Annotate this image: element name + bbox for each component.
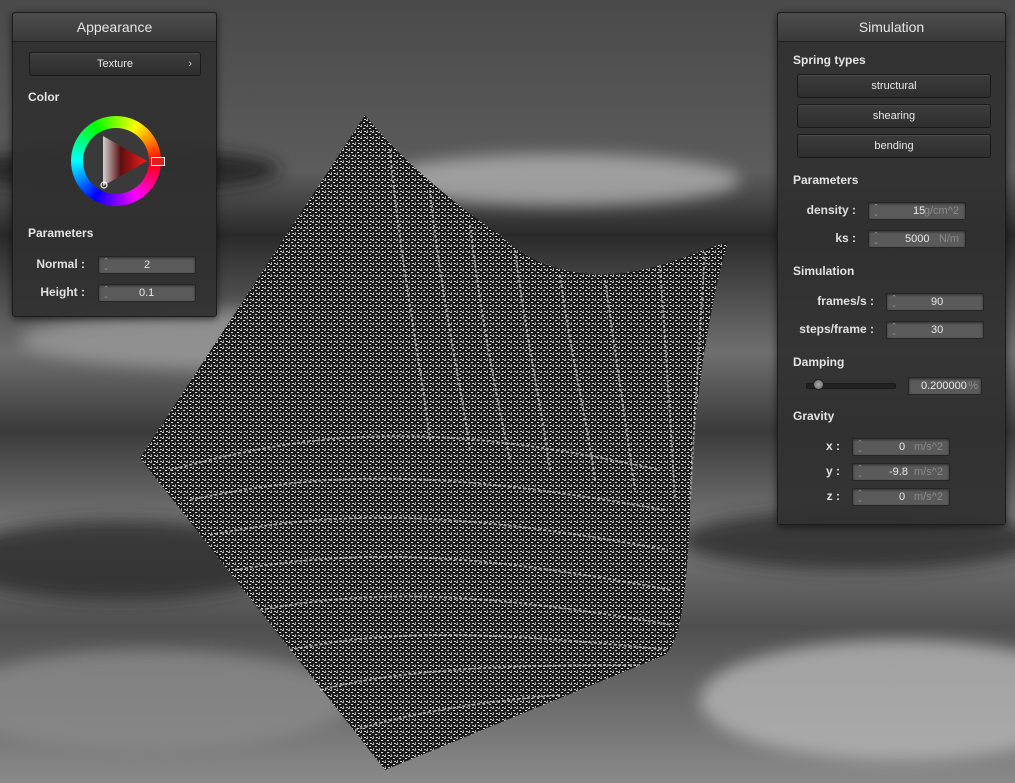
ks-spinbox[interactable]: ⌃ ⌄ 5000 N/m — [868, 230, 966, 248]
hue-handle[interactable] — [151, 157, 165, 166]
spin-arrows-icon[interactable]: ⌃ ⌄ — [102, 258, 110, 272]
spin-arrows-icon[interactable]: ⌃ ⌄ — [890, 323, 898, 337]
gravity-y-label: y : — [825, 464, 840, 478]
spin-arrows-icon[interactable]: ⌃ ⌄ — [872, 232, 880, 246]
texture-dropdown-label: Texture — [96, 58, 134, 70]
simulation-panel-title: Simulation — [778, 13, 1005, 42]
chevron-right-icon: › — [188, 58, 192, 70]
gravity-x-value: 0 — [899, 441, 906, 453]
color-section-label: Color — [28, 90, 60, 104]
damping-slider-handle[interactable] — [813, 379, 825, 390]
steps-value: 30 — [931, 324, 944, 336]
ks-label: ks : — [835, 231, 856, 245]
appearance-panel-title: Appearance — [13, 13, 216, 42]
simulation-section-label: Simulation — [793, 264, 855, 278]
height-label: Height : — [40, 285, 85, 299]
gravity-label: Gravity — [793, 409, 835, 423]
density-label: density : — [806, 203, 856, 217]
ks-value: 5000 — [905, 233, 930, 245]
texture-dropdown-button[interactable]: Texture › — [29, 52, 201, 76]
structural-button[interactable]: structural — [797, 74, 991, 98]
gravity-z-spinbox[interactable]: ⌃ ⌄ 0 m/s^2 — [852, 488, 950, 506]
ks-unit: N/m — [938, 233, 959, 245]
damping-value-box[interactable]: 0.200000 % — [908, 377, 982, 395]
simulation-panel: Simulation Spring types structural shear… — [777, 12, 1006, 525]
damping-label: Damping — [793, 355, 845, 369]
sim-parameters-label: Parameters — [793, 173, 859, 187]
spin-arrows-icon[interactable]: ⌃ ⌄ — [872, 204, 880, 218]
normal-value: 2 — [144, 259, 151, 271]
normal-spinbox[interactable]: ⌃ ⌄ 2 — [98, 256, 196, 274]
height-spinbox[interactable]: ⌃ ⌄ 0.1 — [98, 284, 196, 302]
appearance-panel: Appearance Texture › Color Parameters No… — [12, 12, 217, 317]
damping-value: 0.200000 — [921, 380, 967, 392]
gravity-x-unit: m/s^2 — [914, 441, 943, 453]
color-triangle[interactable] — [71, 116, 161, 206]
gravity-y-spinbox[interactable]: ⌃ ⌄ -9.8 m/s^2 — [852, 463, 950, 481]
fps-value: 90 — [931, 296, 944, 308]
gravity-z-label: z : — [826, 489, 840, 503]
fps-label: frames/s : — [817, 294, 874, 308]
gravity-x-spinbox[interactable]: ⌃ ⌄ 0 m/s^2 — [852, 438, 950, 456]
spring-types-label: Spring types — [793, 53, 866, 67]
shearing-button[interactable]: shearing — [797, 104, 991, 128]
height-value: 0.1 — [139, 287, 155, 299]
appearance-parameters-label: Parameters — [28, 226, 94, 240]
bending-button[interactable]: bending — [797, 134, 991, 158]
spin-arrows-icon[interactable]: ⌃ ⌄ — [102, 286, 110, 300]
normal-label: Normal : — [36, 257, 85, 271]
spin-arrows-icon[interactable]: ⌃ ⌄ — [856, 490, 864, 504]
gravity-y-value: -9.8 — [889, 466, 908, 478]
gravity-y-unit: m/s^2 — [914, 466, 943, 478]
spin-arrows-icon[interactable]: ⌃ ⌄ — [890, 295, 898, 309]
spin-arrows-icon[interactable]: ⌃ ⌄ — [856, 440, 864, 454]
gravity-z-unit: m/s^2 — [914, 491, 943, 503]
gravity-z-value: 0 — [899, 491, 906, 503]
density-spinbox[interactable]: ⌃ ⌄ 15 g/cm^2 — [868, 202, 966, 220]
gravity-x-label: x : — [825, 439, 840, 453]
density-unit: g/cm^2 — [923, 205, 959, 217]
color-wheel[interactable] — [71, 116, 165, 206]
fps-spinbox[interactable]: ⌃ ⌄ 90 — [886, 293, 984, 311]
steps-spinbox[interactable]: ⌃ ⌄ 30 — [886, 321, 984, 339]
spin-arrows-icon[interactable]: ⌃ ⌄ — [856, 465, 864, 479]
damping-unit: % — [968, 380, 978, 392]
steps-label: steps/frame : — [799, 322, 874, 336]
